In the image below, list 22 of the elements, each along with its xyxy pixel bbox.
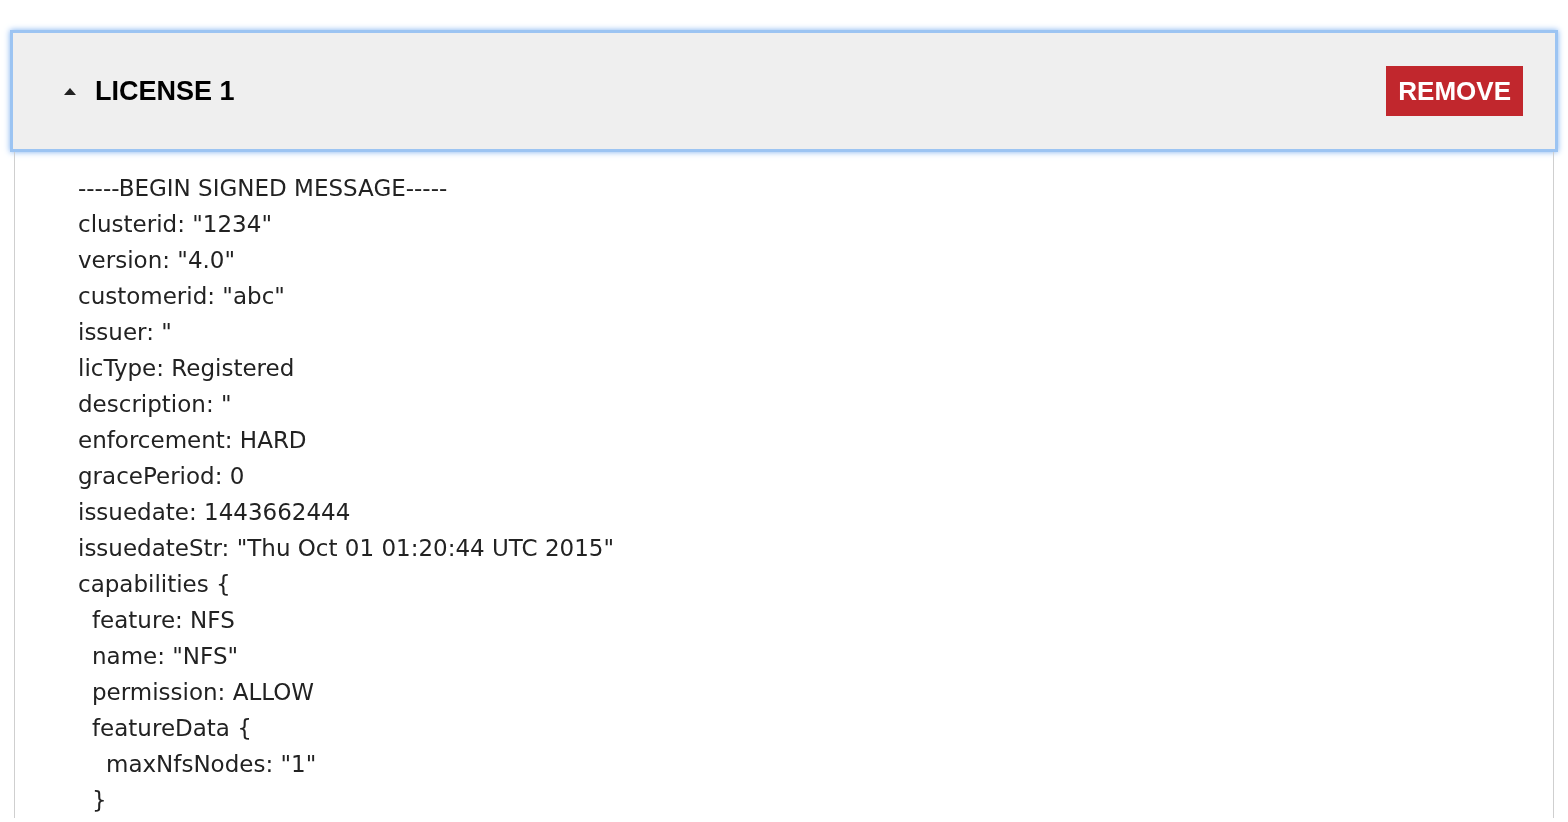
license-line: clusterid: "1234" — [78, 210, 273, 239]
license-line: gracePeriod: 0 — [78, 462, 246, 491]
license-line: issuedate: 1443662444 — [78, 498, 352, 527]
license-line: version: "4.0" — [78, 246, 237, 275]
license-line: issuer: " — [78, 318, 173, 347]
license-line: maxNfsNodes: "1" — [106, 750, 318, 779]
license-line: } — [92, 786, 108, 815]
license-line: -----BEGIN SIGNED MESSAGE----- — [78, 174, 449, 203]
license-line: issuedateStr: "Thu Oct 01 01:20:44 UTC 2015" — [78, 534, 616, 563]
license-line: featureData { — [92, 714, 253, 743]
license-line: description: " — [78, 390, 233, 419]
license-line: licType: Registered — [78, 354, 296, 383]
panel-title: LICENSE 1 — [95, 74, 235, 108]
license-line: capabilities { — [78, 570, 232, 599]
remove-button[interactable]: REMOVE — [1386, 66, 1523, 116]
license-line: permission: ALLOW — [92, 678, 316, 707]
panel-header[interactable]: LICENSE 1 REMOVE — [10, 30, 1558, 152]
license-line: name: "NFS" — [92, 642, 240, 671]
license-line: enforcement: HARD — [78, 426, 308, 455]
license-line: feature: NFS — [92, 606, 236, 635]
caret-icon — [63, 86, 77, 96]
license-line: customerid: "abc" — [78, 282, 286, 311]
